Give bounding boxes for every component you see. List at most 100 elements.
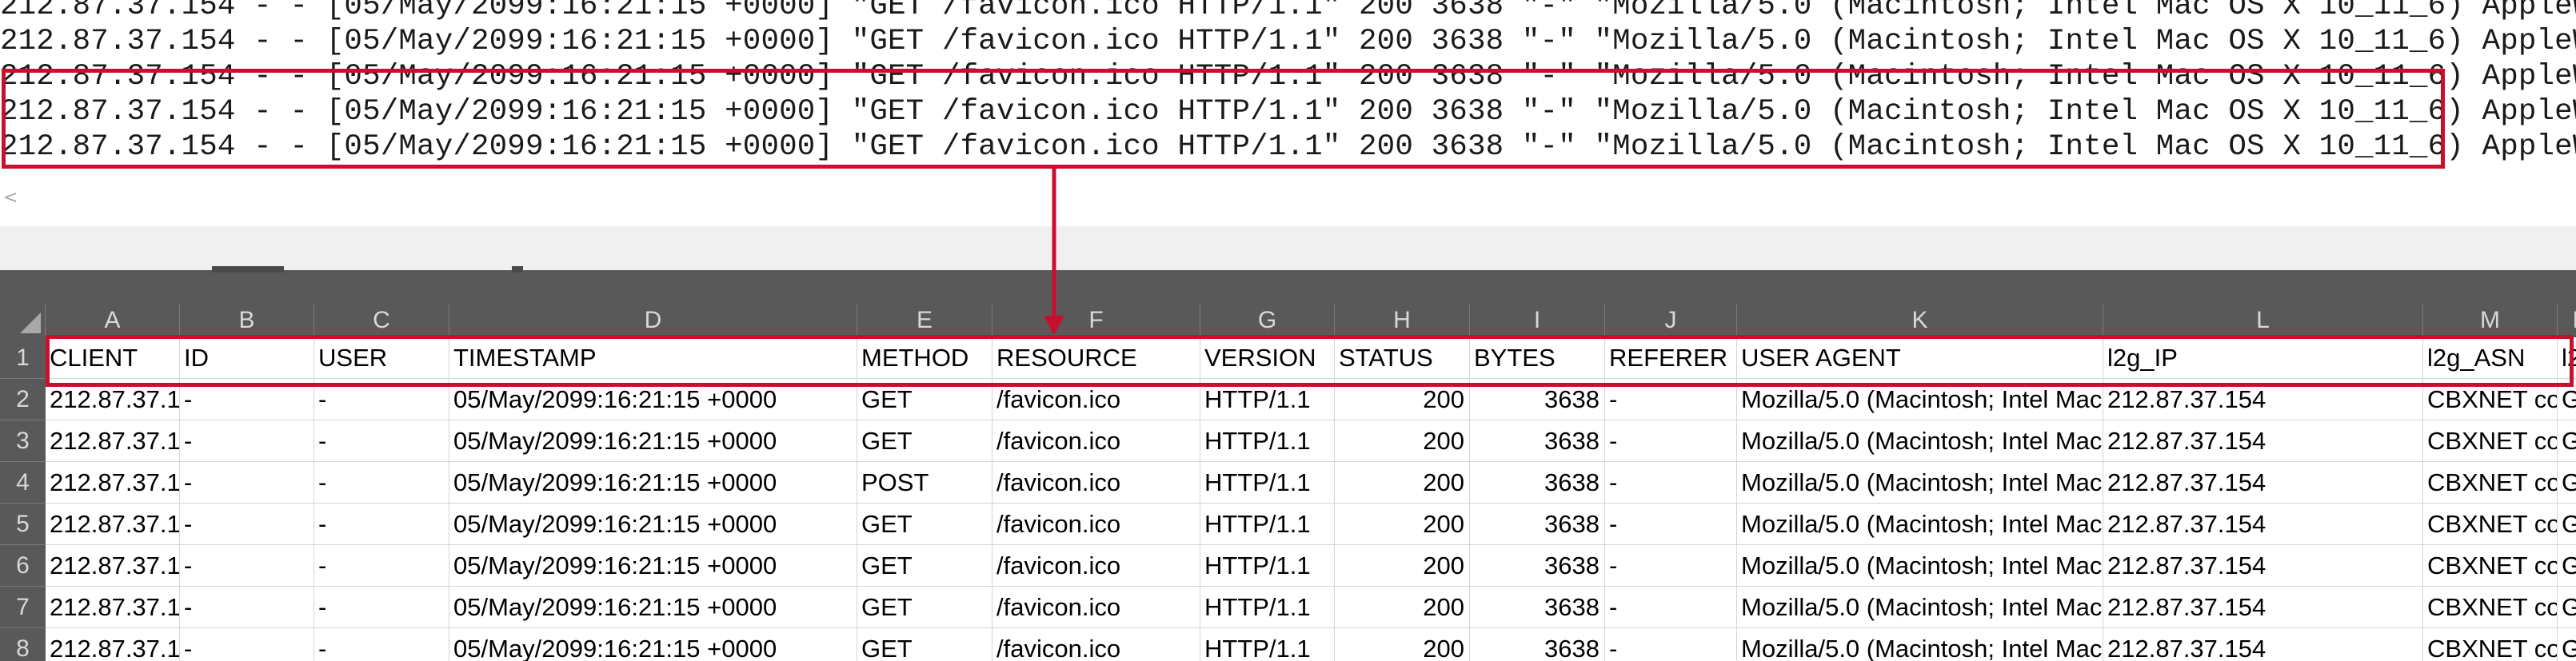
table-cell[interactable]: HTTP/1.1: [1200, 587, 1335, 628]
column-header-c[interactable]: C: [314, 304, 449, 337]
table-cell[interactable]: G: [2558, 379, 2576, 420]
table-cell[interactable]: -: [314, 628, 449, 661]
header-cell[interactable]: l2g_ASN: [2423, 337, 2558, 379]
table-cell[interactable]: 200: [1335, 587, 1470, 628]
table-cell[interactable]: 05/May/2099:16:21:15 +0000: [449, 587, 857, 628]
column-header-b[interactable]: B: [180, 304, 314, 337]
header-cell[interactable]: METHOD: [857, 337, 992, 379]
table-cell[interactable]: 212.87.37.154: [2103, 587, 2423, 628]
table-cell[interactable]: 212.87.37.154: [2103, 462, 2423, 504]
header-cell[interactable]: USER: [314, 337, 449, 379]
column-header-a[interactable]: A: [46, 304, 180, 337]
table-cell[interactable]: GET: [857, 628, 992, 661]
table-cell[interactable]: -: [314, 587, 449, 628]
table-cell[interactable]: -: [180, 420, 314, 462]
table-cell[interactable]: -: [180, 587, 314, 628]
table-cell[interactable]: 212.87.37.154: [46, 462, 180, 504]
table-cell[interactable]: 212.87.37.154: [2103, 420, 2423, 462]
table-cell[interactable]: -: [1605, 504, 1737, 545]
column-header-n[interactable]: N: [2558, 304, 2576, 337]
spreadsheet-grid[interactable]: ABCDEFGHIJKLMN 1CLIENTIDUSERTIMESTAMPMET…: [0, 304, 2576, 661]
sheet-tab-handle[interactable]: [212, 266, 284, 273]
table-cell[interactable]: -: [180, 462, 314, 504]
table-cell[interactable]: G: [2558, 462, 2576, 504]
table-cell[interactable]: G: [2558, 587, 2576, 628]
table-cell[interactable]: HTTP/1.1: [1200, 628, 1335, 661]
header-cell[interactable]: REFERER: [1605, 337, 1737, 379]
column-header-f[interactable]: F: [992, 304, 1200, 337]
row-number[interactable]: 8: [0, 628, 46, 661]
table-cell[interactable]: 212.87.37.154: [46, 545, 180, 587]
table-cell[interactable]: 212.87.37.154: [46, 587, 180, 628]
table-cell[interactable]: 212.87.37.154: [46, 504, 180, 545]
table-cell[interactable]: 05/May/2099:16:21:15 +0000: [449, 545, 857, 587]
header-cell[interactable]: l2g_IP: [2103, 337, 2423, 379]
table-cell[interactable]: HTTP/1.1: [1200, 420, 1335, 462]
row-number[interactable]: 3: [0, 420, 46, 462]
row-number[interactable]: 4: [0, 462, 46, 504]
header-cell[interactable]: ID: [180, 337, 314, 379]
scroll-left-icon[interactable]: <: [3, 189, 18, 207]
column-header-e[interactable]: E: [857, 304, 992, 337]
column-header-d[interactable]: D: [449, 304, 857, 337]
table-cell[interactable]: -: [180, 628, 314, 661]
table-cell[interactable]: 05/May/2099:16:21:15 +0000: [449, 462, 857, 504]
table-cell[interactable]: 200: [1335, 545, 1470, 587]
table-cell[interactable]: GET: [857, 587, 992, 628]
table-cell[interactable]: POST: [857, 462, 992, 504]
table-cell[interactable]: 3638: [1470, 462, 1605, 504]
row-number[interactable]: 2: [0, 379, 46, 420]
table-cell[interactable]: CBXNET co: [2423, 587, 2558, 628]
table-cell[interactable]: 200: [1335, 628, 1470, 661]
table-cell[interactable]: -: [1605, 420, 1737, 462]
table-cell[interactable]: -: [180, 379, 314, 420]
table-cell[interactable]: GET: [857, 379, 992, 420]
sheet-tab-handle[interactable]: [512, 266, 523, 273]
table-cell[interactable]: -: [314, 545, 449, 587]
header-cell[interactable]: STATUS: [1335, 337, 1470, 379]
table-cell[interactable]: 05/May/2099:16:21:15 +0000: [449, 420, 857, 462]
table-cell[interactable]: Mozilla/5.0 (Macintosh; Intel Mac OS X 1…: [1737, 587, 2103, 628]
table-cell[interactable]: /favicon.ico: [992, 628, 1200, 661]
table-cell[interactable]: 3638: [1470, 379, 1605, 420]
table-cell[interactable]: Mozilla/5.0 (Macintosh; Intel Mac OS X 1…: [1737, 628, 2103, 661]
table-cell[interactable]: -: [314, 504, 449, 545]
table-cell[interactable]: G: [2558, 545, 2576, 587]
table-cell[interactable]: -: [314, 462, 449, 504]
table-cell[interactable]: GET: [857, 504, 992, 545]
table-cell[interactable]: CBXNET co: [2423, 462, 2558, 504]
column-header-j[interactable]: J: [1605, 304, 1737, 337]
table-cell[interactable]: 200: [1335, 420, 1470, 462]
table-cell[interactable]: HTTP/1.1: [1200, 545, 1335, 587]
table-cell[interactable]: HTTP/1.1: [1200, 379, 1335, 420]
table-cell[interactable]: Mozilla/5.0 (Macintosh; Intel Mac OS X 1…: [1737, 504, 2103, 545]
table-cell[interactable]: /favicon.ico: [992, 545, 1200, 587]
column-header-k[interactable]: K: [1737, 304, 2103, 337]
table-cell[interactable]: 212.87.37.154: [46, 420, 180, 462]
table-cell[interactable]: 200: [1335, 379, 1470, 420]
header-cell[interactable]: CLIENT: [46, 337, 180, 379]
table-cell[interactable]: Mozilla/5.0 (Macintosh; Intel Mac OS X 1…: [1737, 545, 2103, 587]
table-cell[interactable]: Mozilla/5.0 (Macintosh; Intel Mac OS X 1…: [1737, 379, 2103, 420]
table-cell[interactable]: 212.87.37.154: [2103, 545, 2423, 587]
table-cell[interactable]: 212.87.37.154: [2103, 379, 2423, 420]
header-cell[interactable]: RESOURCE: [992, 337, 1200, 379]
column-header-l[interactable]: L: [2103, 304, 2423, 337]
table-cell[interactable]: -: [1605, 462, 1737, 504]
row-number[interactable]: 7: [0, 587, 46, 628]
header-cell[interactable]: USER AGENT: [1737, 337, 2103, 379]
table-cell[interactable]: 212.87.37.154: [2103, 504, 2423, 545]
table-cell[interactable]: G: [2558, 420, 2576, 462]
table-cell[interactable]: 212.87.37.154: [46, 379, 180, 420]
column-header-h[interactable]: H: [1335, 304, 1470, 337]
table-cell[interactable]: G: [2558, 628, 2576, 661]
table-cell[interactable]: 212.87.37.154: [2103, 628, 2423, 661]
table-cell[interactable]: Mozilla/5.0 (Macintosh; Intel Mac OS X 1…: [1737, 420, 2103, 462]
table-cell[interactable]: /favicon.ico: [992, 587, 1200, 628]
table-cell[interactable]: -: [1605, 545, 1737, 587]
table-cell[interactable]: 200: [1335, 504, 1470, 545]
row-number[interactable]: 5: [0, 504, 46, 545]
table-cell[interactable]: 05/May/2099:16:21:15 +0000: [449, 379, 857, 420]
column-header-g[interactable]: G: [1200, 304, 1335, 337]
table-cell[interactable]: -: [180, 504, 314, 545]
